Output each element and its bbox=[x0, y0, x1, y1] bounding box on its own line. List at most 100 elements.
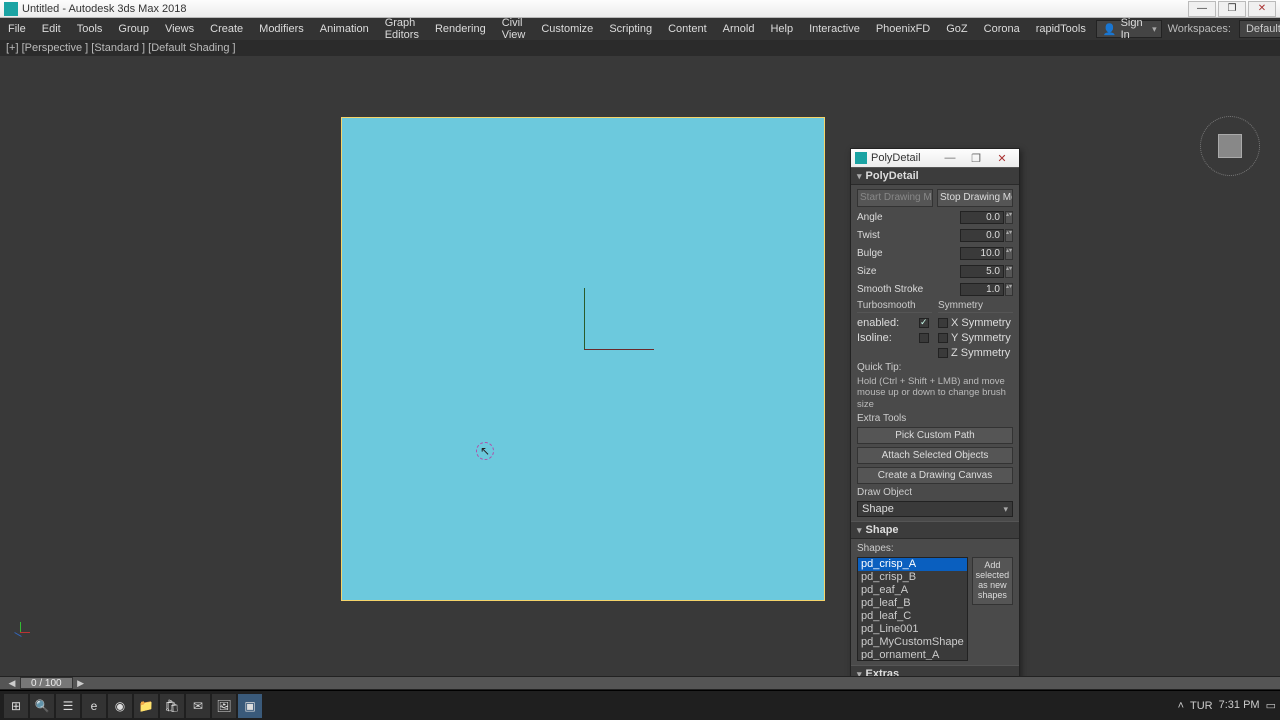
edge-icon[interactable]: e bbox=[82, 694, 106, 718]
param-angle-input[interactable]: 0.0 bbox=[960, 211, 1004, 224]
menu-rendering[interactable]: Rendering bbox=[427, 18, 494, 40]
shape-item[interactable]: pd_ornament_A bbox=[858, 649, 967, 661]
viewport-label-bar[interactable]: [+] [Perspective ] [Standard ] [Default … bbox=[0, 40, 1280, 56]
sym-y-label: Y Symmetry bbox=[951, 332, 1011, 344]
viewcube[interactable] bbox=[1200, 116, 1260, 176]
tray-notifications-icon[interactable]: ▭ bbox=[1266, 699, 1276, 712]
panel-titlebar[interactable]: PolyDetail — ❐ ✕ bbox=[851, 149, 1019, 167]
panel-title: PolyDetail bbox=[871, 152, 937, 164]
polydetail-panel: PolyDetail — ❐ ✕ PolyDetail Start Drawin… bbox=[850, 148, 1020, 684]
menu-phoenixfd[interactable]: PhoenixFD bbox=[868, 18, 938, 40]
tray-clock[interactable]: 7:31 PM bbox=[1219, 699, 1260, 711]
menu-rapidtools[interactable]: rapidTools bbox=[1028, 18, 1094, 40]
panel-close-button[interactable]: ✕ bbox=[989, 152, 1015, 165]
param-twist-spinner[interactable]: ▴▾ bbox=[1005, 229, 1013, 242]
menu-customize[interactable]: Customize bbox=[533, 18, 601, 40]
time-slider-knob[interactable]: 0 / 100 bbox=[20, 677, 73, 689]
window-title: Untitled - Autodesk 3ds Max 2018 bbox=[22, 3, 1188, 15]
menu-content[interactable]: Content bbox=[660, 18, 715, 40]
explorer-icon[interactable]: 📁 bbox=[134, 694, 158, 718]
ts-enabled-label: enabled: bbox=[857, 317, 919, 329]
pick-custom-path-button[interactable]: Pick Custom Path bbox=[857, 427, 1013, 444]
shapes-label: Shapes: bbox=[857, 543, 1013, 554]
window-titlebar: Untitled - Autodesk 3ds Max 2018 — ❐ ✕ bbox=[0, 0, 1280, 18]
panel-minimize-button[interactable]: — bbox=[937, 152, 963, 164]
menu-views[interactable]: Views bbox=[157, 18, 202, 40]
param-bulge-label: Bulge bbox=[857, 248, 960, 259]
system-tray[interactable]: ˄ TUR 7:31 PM ▭ bbox=[1178, 699, 1276, 712]
window-close-button[interactable]: ✕ bbox=[1248, 1, 1276, 17]
menu-scripting[interactable]: Scripting bbox=[601, 18, 660, 40]
panel-maximize-button[interactable]: ❐ bbox=[963, 152, 989, 165]
menu-graph-editors[interactable]: Graph Editors bbox=[377, 18, 427, 40]
param-size-spinner[interactable]: ▴▾ bbox=[1005, 265, 1013, 278]
shape-item[interactable]: pd_leaf_C bbox=[858, 610, 967, 623]
menu-edit[interactable]: Edit bbox=[34, 18, 69, 40]
shape-item[interactable]: pd_Line001 bbox=[858, 623, 967, 636]
shape-item[interactable]: pd_crisp_B bbox=[858, 571, 967, 584]
create-canvas-button[interactable]: Create a Drawing Canvas bbox=[857, 467, 1013, 484]
menu-interactive[interactable]: Interactive bbox=[801, 18, 868, 40]
ts-isoline-checkbox[interactable] bbox=[919, 333, 929, 343]
menu-create[interactable]: Create bbox=[202, 18, 251, 40]
menu-tools[interactable]: Tools bbox=[69, 18, 111, 40]
taskview-button[interactable]: ☰ bbox=[56, 694, 80, 718]
3dsmax-taskbar-icon[interactable]: ▣ bbox=[238, 694, 262, 718]
mail-icon[interactable]: ✉ bbox=[186, 694, 210, 718]
time-slider[interactable]: ◀ 0 / 100 ▶ bbox=[0, 676, 1280, 690]
menu-civil-view[interactable]: Civil View bbox=[494, 18, 534, 40]
sym-z-checkbox[interactable] bbox=[938, 348, 948, 358]
store-icon[interactable]: 🛍 bbox=[160, 694, 184, 718]
ts-enabled-checkbox[interactable] bbox=[919, 318, 929, 328]
param-angle-spinner[interactable]: ▴▾ bbox=[1005, 211, 1013, 224]
start-drawing-button[interactable]: Start Drawing Mode bbox=[857, 189, 933, 207]
menu-arnold[interactable]: Arnold bbox=[715, 18, 763, 40]
menu-group[interactable]: Group bbox=[110, 18, 157, 40]
workspace-dropdown[interactable]: Default bbox=[1239, 20, 1280, 38]
time-next-button[interactable]: ▶ bbox=[75, 678, 87, 689]
menu-goz[interactable]: GoZ bbox=[938, 18, 975, 40]
param-size-label: Size bbox=[857, 266, 960, 277]
photos-icon[interactable]: 🖼 bbox=[212, 694, 236, 718]
param-twist-input[interactable]: 0.0 bbox=[960, 229, 1004, 242]
sign-in-dropdown[interactable]: 👤Sign In bbox=[1096, 20, 1162, 38]
sym-x-checkbox[interactable] bbox=[938, 318, 948, 328]
shape-item[interactable]: pd_crisp_A bbox=[858, 558, 967, 571]
menu-file[interactable]: File bbox=[0, 18, 34, 40]
menu-help[interactable]: Help bbox=[762, 18, 801, 40]
viewport[interactable] bbox=[341, 117, 825, 601]
rollout-shape-header[interactable]: Shape bbox=[851, 521, 1019, 539]
add-shapes-button[interactable]: Add selected as new shapes bbox=[972, 557, 1013, 605]
workspace-label: Workspaces: bbox=[1164, 18, 1235, 40]
world-axis-gizmo bbox=[584, 288, 664, 368]
tray-chevron-icon[interactable]: ˄ bbox=[1178, 700, 1184, 712]
menu-modifiers[interactable]: Modifiers bbox=[251, 18, 312, 40]
param-smooth-input[interactable]: 1.0 bbox=[960, 283, 1004, 296]
main-area: PolyDetail — ❐ ✕ PolyDetail Start Drawin… bbox=[0, 56, 1280, 676]
window-maximize-button[interactable]: ❐ bbox=[1218, 1, 1246, 17]
window-minimize-button[interactable]: — bbox=[1188, 1, 1216, 17]
search-button[interactable]: 🔍 bbox=[30, 694, 54, 718]
time-prev-button[interactable]: ◀ bbox=[6, 678, 18, 689]
ts-isoline-label: Isoline: bbox=[857, 332, 919, 344]
param-size-input[interactable]: 5.0 bbox=[960, 265, 1004, 278]
shape-item[interactable]: pd_eaf_A bbox=[858, 584, 967, 597]
shapes-listbox[interactable]: pd_crisp_Apd_crisp_Bpd_eaf_Apd_leaf_Bpd_… bbox=[857, 557, 968, 661]
attach-selected-button[interactable]: Attach Selected Objects bbox=[857, 447, 1013, 464]
chrome-icon[interactable]: ◉ bbox=[108, 694, 132, 718]
param-bulge-spinner[interactable]: ▴▾ bbox=[1005, 247, 1013, 260]
menu-corona[interactable]: Corona bbox=[976, 18, 1028, 40]
param-bulge-input[interactable]: 10.0 bbox=[960, 247, 1004, 260]
stop-drawing-button[interactable]: Stop Drawing Mode bbox=[937, 189, 1013, 207]
rollout-polydetail-header[interactable]: PolyDetail bbox=[851, 167, 1019, 185]
windows-taskbar: ⊞ 🔍 ☰ e ◉ 📁 🛍 ✉ 🖼 ▣ ˄ TUR 7:31 PM ▭ bbox=[0, 690, 1280, 720]
param-smooth-spinner[interactable]: ▴▾ bbox=[1005, 283, 1013, 296]
menu-bar: FileEditToolsGroupViewsCreateModifiersAn… bbox=[0, 18, 1280, 40]
menu-animation[interactable]: Animation bbox=[312, 18, 377, 40]
draw-object-dropdown[interactable]: Shape bbox=[857, 501, 1013, 517]
start-button[interactable]: ⊞ bbox=[4, 694, 28, 718]
sym-y-checkbox[interactable] bbox=[938, 333, 948, 343]
shape-item[interactable]: pd_MyCustomShape bbox=[858, 636, 967, 649]
tray-lang[interactable]: TUR bbox=[1190, 700, 1213, 712]
shape-item[interactable]: pd_leaf_B bbox=[858, 597, 967, 610]
